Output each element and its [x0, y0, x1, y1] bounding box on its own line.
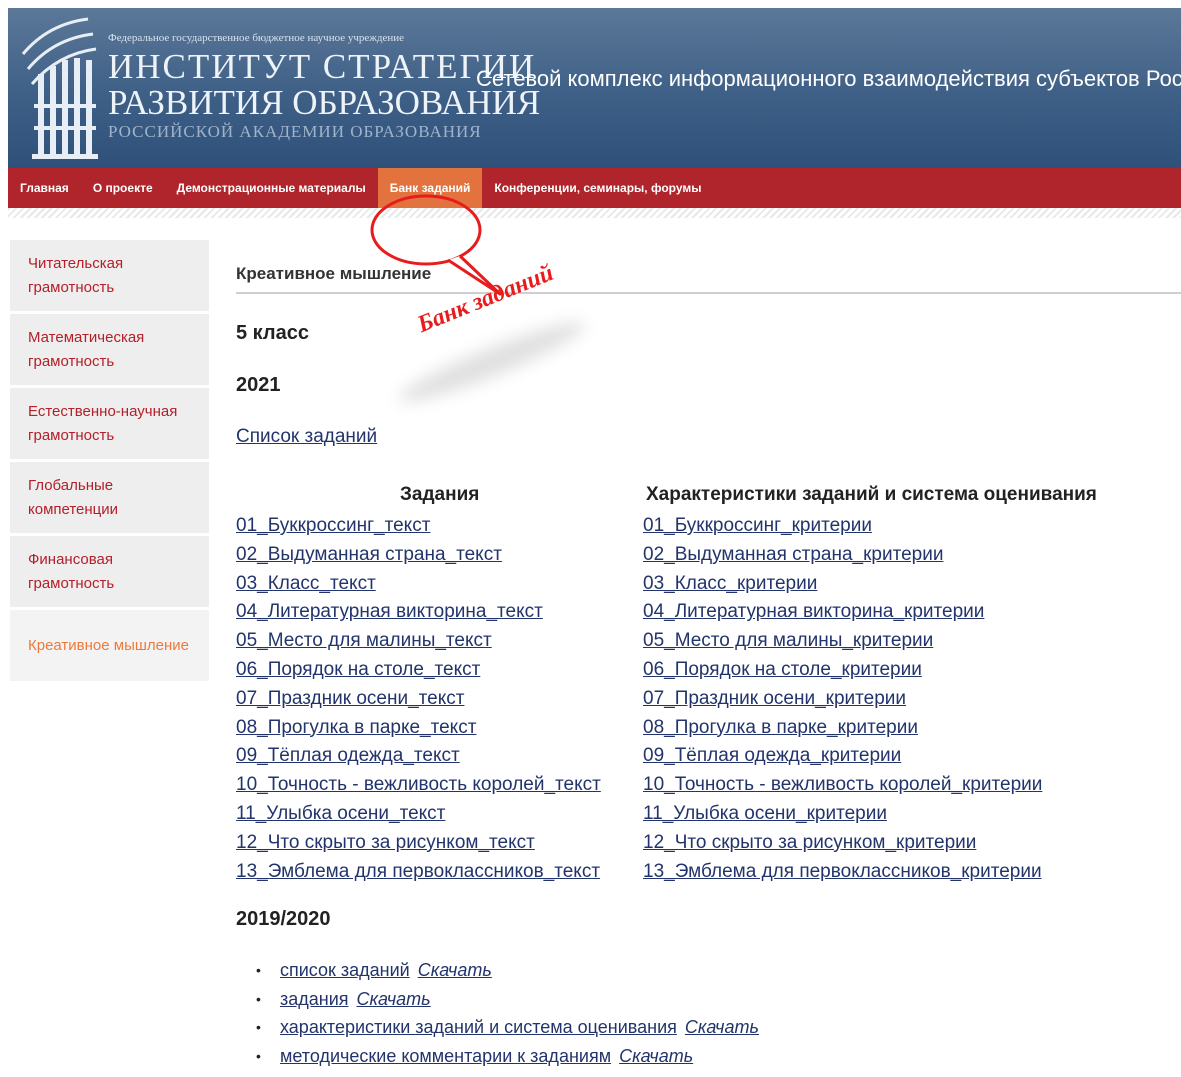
sidebar-item-global-competences[interactable]: Глобальные компетенции [10, 462, 209, 536]
downloads-list: • список заданий Скачать • задания Скачать •… [256, 956, 759, 1070]
criteria-column-header: Характеристики заданий и система оценива… [646, 484, 1097, 505]
task-link[interactable]: 05_Место для малины_текст [236, 627, 601, 656]
criteria-link[interactable]: 04_Литературная викторина_критерии [643, 598, 1042, 627]
org-subtitle: Федеральное государственное бюджетное на… [108, 32, 405, 44]
task-list-link[interactable]: Список заданий [236, 426, 377, 448]
sidebar-item-label: Креативное мышление [28, 636, 190, 654]
grade-heading: 5 класс [236, 322, 310, 344]
download-item-link[interactable]: список заданий [280, 960, 410, 980]
task-link[interactable]: 01_Буккроссинг_текст [236, 512, 601, 541]
criteria-link[interactable]: 01_Буккроссинг_критерии [643, 512, 1042, 541]
criteria-link[interactable]: 03_Класс_критерии [643, 570, 1042, 599]
task-link[interactable]: 11_Улыбка осени_текст [236, 800, 601, 829]
list-item: • характеристики заданий и система оценив… [256, 1013, 759, 1042]
year-heading-2021: 2021 [236, 374, 281, 396]
list-item: • список заданий Скачать [256, 956, 759, 985]
criteria-column: 01_Буккроссинг_критерии 02_Выдуманная ст… [643, 512, 1042, 886]
download-link[interactable]: Скачать [357, 989, 431, 1009]
sidebar-item-reading-literacy[interactable]: Читательская грамотность [10, 240, 209, 314]
list-item: • задания Скачать [256, 985, 759, 1014]
download-link[interactable]: Скачать [685, 1017, 759, 1037]
task-link[interactable]: 07_Праздник осени_текст [236, 685, 601, 714]
criteria-link[interactable]: 09_Тёплая одежда_критерии [643, 742, 1042, 771]
criteria-link[interactable]: 11_Улыбка осени_критерии [643, 800, 1042, 829]
bullet-icon: • [256, 990, 261, 1007]
sidebar-item-creative-thinking[interactable]: Креативное мышление [10, 610, 209, 684]
sidebar-item-label: Математическая грамотность [28, 328, 145, 370]
bullet-icon: • [256, 1019, 261, 1036]
org-name-line3: РОССИЙСКОЙ АКАДЕМИИ ОБРАЗОВАНИЯ [108, 122, 482, 141]
year-heading-2019-2020: 2019/2020 [236, 908, 331, 930]
bullet-icon: • [256, 1047, 261, 1064]
bullet-icon: • [256, 962, 261, 978]
org-name-line1: ИНСТИТУТ СТРАТЕГИИ [108, 47, 537, 86]
criteria-link[interactable]: 07_Праздник осени_критерии [643, 685, 1042, 714]
main-nav: Главная О проекте Демонстрационные матер… [8, 168, 1181, 208]
sidebar-item-label: Глобальные компетенции [28, 476, 119, 518]
download-link[interactable]: Скачать [418, 960, 492, 980]
nav-divider [8, 208, 1181, 218]
site-header: Федеральное государственное бюджетное на… [8, 8, 1181, 168]
criteria-link[interactable]: 02_Выдуманная страна_критерии [643, 541, 1042, 570]
tasks-column: 01_Буккроссинг_текст 02_Выдуманная стран… [236, 512, 601, 886]
sidebar-item-science-literacy[interactable]: Естественно-научная грамотность [10, 388, 209, 462]
sidebar: Читательская грамотность Математическая … [10, 240, 209, 684]
task-link[interactable]: 03_Класс_текст [236, 570, 601, 599]
list-item: • методические комментарии к заданиям Скач… [256, 1042, 759, 1071]
sidebar-item-financial-literacy[interactable]: Финансовая грамотность [10, 536, 209, 610]
download-link[interactable]: Скачать [619, 1046, 693, 1066]
nav-item-demo-materials[interactable]: Демонстрационные материалы [165, 168, 378, 208]
tasks-column-header: Задания [400, 484, 480, 505]
criteria-link[interactable]: 06_Порядок на столе_критерии [643, 656, 1042, 685]
criteria-link[interactable]: 13_Эмблема для первоклассников_критерии [643, 858, 1042, 887]
task-link[interactable]: 06_Порядок на столе_текст [236, 656, 601, 685]
criteria-link[interactable]: 12_Что скрыто за рисунком_критерии [643, 829, 1042, 858]
task-link[interactable]: 02_Выдуманная страна_текст [236, 541, 601, 570]
task-link[interactable]: 12_Что скрыто за рисунком_текст [236, 829, 601, 858]
site-title: Сетевой комплекс информационного взаимод… [476, 66, 1181, 91]
task-link[interactable]: 04_Литературная викторина_текст [236, 598, 601, 627]
task-link[interactable]: 10_Точность - вежливость королей_текст [236, 771, 601, 800]
task-link[interactable]: 09_Тёплая одежда_текст [236, 742, 601, 771]
nav-item-about[interactable]: О проекте [81, 168, 165, 208]
download-item-link[interactable]: методические комментарии к заданиям [280, 1046, 611, 1066]
download-item-link[interactable]: характеристики заданий и система оценива… [280, 1017, 677, 1037]
download-item-link[interactable]: задания [280, 989, 349, 1009]
task-link[interactable]: 08_Прогулка в парке_текст [236, 714, 601, 743]
criteria-link[interactable]: 10_Точность - вежливость королей_критери… [643, 771, 1042, 800]
task-link[interactable]: 13_Эмблема для первоклассников_текст [236, 858, 601, 887]
criteria-link[interactable]: 05_Место для малины_критерии [643, 627, 1042, 656]
sidebar-item-label: Естественно-научная грамотность [28, 402, 178, 444]
sidebar-item-label: Читательская грамотность [28, 254, 124, 296]
sidebar-item-label: Финансовая грамотность [28, 550, 115, 592]
sidebar-item-math-literacy[interactable]: Математическая грамотность [10, 314, 209, 388]
nav-item-home[interactable]: Главная [8, 168, 81, 208]
institute-logo-icon[interactable] [18, 14, 103, 164]
criteria-link[interactable]: 08_Прогулка в парке_критерии [643, 714, 1042, 743]
